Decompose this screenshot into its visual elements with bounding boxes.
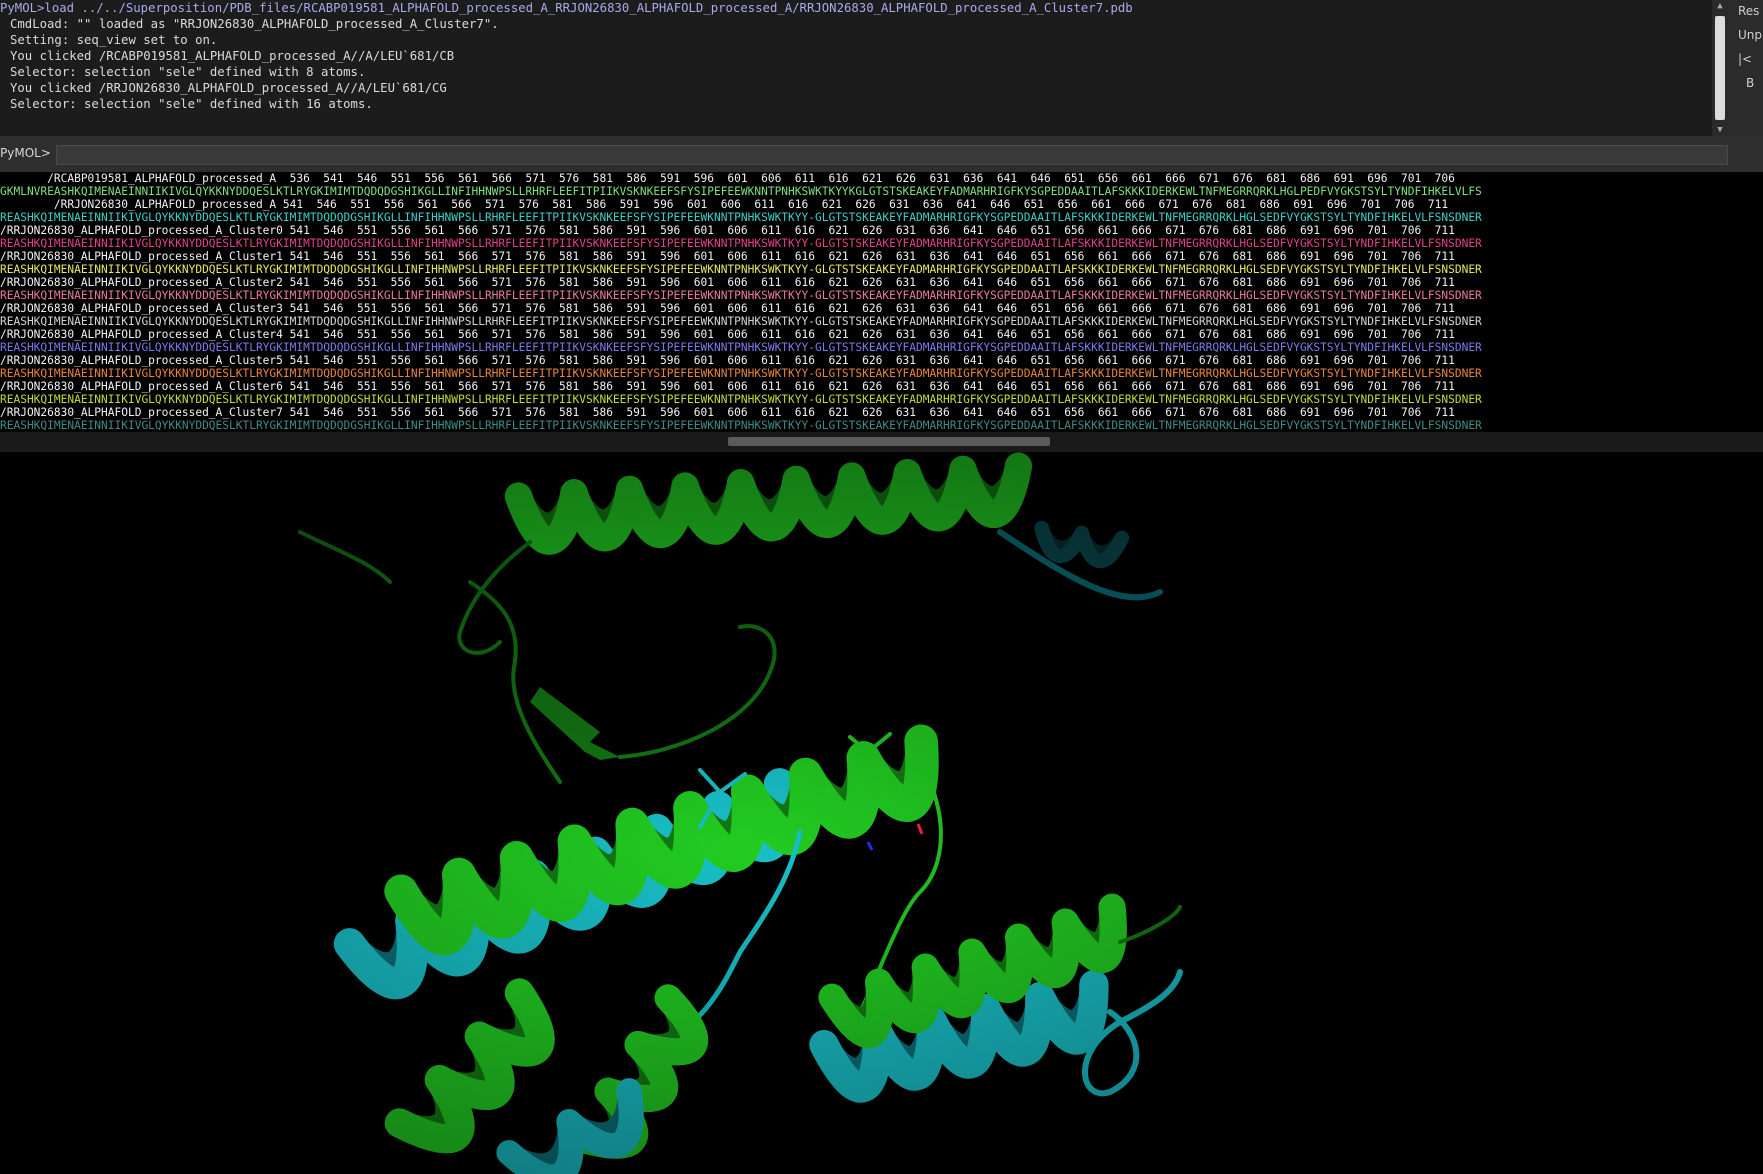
command-prompt-label: PyMOL>	[0, 146, 51, 160]
scroll-down-arrow-icon[interactable]: ▼	[1712, 124, 1728, 136]
sequence-row[interactable]: REASHKQIMENAEINNIIKIVGLQYKKNYDDQESLKTLRY…	[0, 263, 1763, 276]
unpick-button[interactable]: Unp	[1738, 28, 1762, 42]
scroll-up-arrow-icon[interactable]: ▲	[1712, 0, 1728, 12]
sequence-header-row: /RRJON26830_ALPHAFOLD_processed_A 541 54…	[0, 198, 1449, 211]
console-line: Setting: seq_view set to on.	[10, 33, 218, 47]
sequence-header-row: /RRJON26830_ALPHAFOLD_processed_A_Cluste…	[0, 250, 1455, 263]
console-scrollbar-thumb[interactable]	[1715, 16, 1725, 120]
rewind-button[interactable]: |<	[1738, 52, 1752, 66]
sequence-header-row: /RCABP019581_ALPHAFOLD_processed_A 536 5…	[0, 172, 1455, 185]
sequence-header-row: /RRJON26830_ALPHAFOLD_processed_A_Cluste…	[0, 302, 1455, 315]
sequence-row[interactable]: GKMLNVREASHKQIMENAEINNIIKIVGLQYKKNYDDQES…	[0, 185, 1763, 198]
console-line: You clicked /RRJON26830_ALPHAFOLD_proces…	[10, 81, 447, 95]
console-output: PyMOL>load ../../Superposition/PDB_files…	[0, 0, 1712, 136]
sequence-viewer[interactable]: /RCABP019581_ALPHAFOLD_processed_A 536 5…	[0, 172, 1763, 432]
sequence-header-row: /RRJON26830_ALPHAFOLD_processed_A_Cluste…	[0, 328, 1455, 341]
sequence-header-row: /RRJON26830_ALPHAFOLD_processed_A_Cluste…	[0, 406, 1455, 419]
right-control-panel: Res Unp |< B	[1728, 0, 1763, 136]
console-line: Selector: selection "sele" defined with …	[10, 65, 366, 79]
builder-button[interactable]: B	[1746, 76, 1754, 90]
sequence-row[interactable]: REASHKQIMENAEINNIIKIVGLQYKKNYDDQESLKTLRY…	[0, 289, 1763, 302]
sequence-row[interactable]: REASHKQIMENAEINNIIKIVGLQYKKNYDDQESLKTLRY…	[0, 315, 1763, 328]
console-line: CmdLoad: "" loaded as "RRJON26830_ALPHAF…	[10, 17, 499, 31]
command-line-bar: PyMOL>	[0, 136, 1763, 172]
sequence-row[interactable]: REASHKQIMENAEINNIIKIVGLQYKKNYDDQESLKTLRY…	[0, 419, 1763, 432]
sequence-header-row: /RRJON26830_ALPHAFOLD_processed_A_Cluste…	[0, 224, 1455, 237]
sequence-horizontal-scrollbar[interactable]	[0, 432, 1763, 452]
sequence-header-row: /RRJON26830_ALPHAFOLD_processed_A_Cluste…	[0, 354, 1455, 367]
sequence-row[interactable]: REASHKQIMENAEINNIIKIVGLQYKKNYDDQESLKTLRY…	[0, 341, 1763, 354]
console-line: You clicked /RCABP019581_ALPHAFOLD_proce…	[10, 49, 455, 63]
protein-cartoon-rendering[interactable]	[0, 452, 1763, 1174]
sequence-row[interactable]: REASHKQIMENAEINNIIKIVGLQYKKNYDDQESLKTLRY…	[0, 211, 1763, 224]
console-line: Selector: selection "sele" defined with …	[10, 97, 373, 111]
reset-button[interactable]: Res	[1738, 4, 1759, 18]
sequence-scrollbar-thumb[interactable]	[728, 437, 1050, 446]
depth-fog	[0, 452, 1763, 1174]
sequence-row[interactable]: REASHKQIMENAEINNIIKIVGLQYKKNYDDQESLKTLRY…	[0, 393, 1763, 406]
molecular-3d-viewport[interactable]	[0, 452, 1763, 1174]
command-input[interactable]	[56, 145, 1728, 165]
sequence-row[interactable]: REASHKQIMENAEINNIIKIVGLQYKKNYDDQESLKTLRY…	[0, 237, 1763, 250]
sequence-row[interactable]: REASHKQIMENAEINNIIKIVGLQYKKNYDDQESLKTLRY…	[0, 367, 1763, 380]
console-scrollbar[interactable]: ▲ ▼	[1712, 0, 1728, 136]
console-line: PyMOL>load ../../Superposition/PDB_files…	[0, 1, 1133, 15]
sequence-header-row: /RRJON26830_ALPHAFOLD_processed_A_Cluste…	[0, 276, 1455, 289]
sequence-header-row: /RRJON26830_ALPHAFOLD_processed_A_Cluste…	[0, 380, 1455, 393]
